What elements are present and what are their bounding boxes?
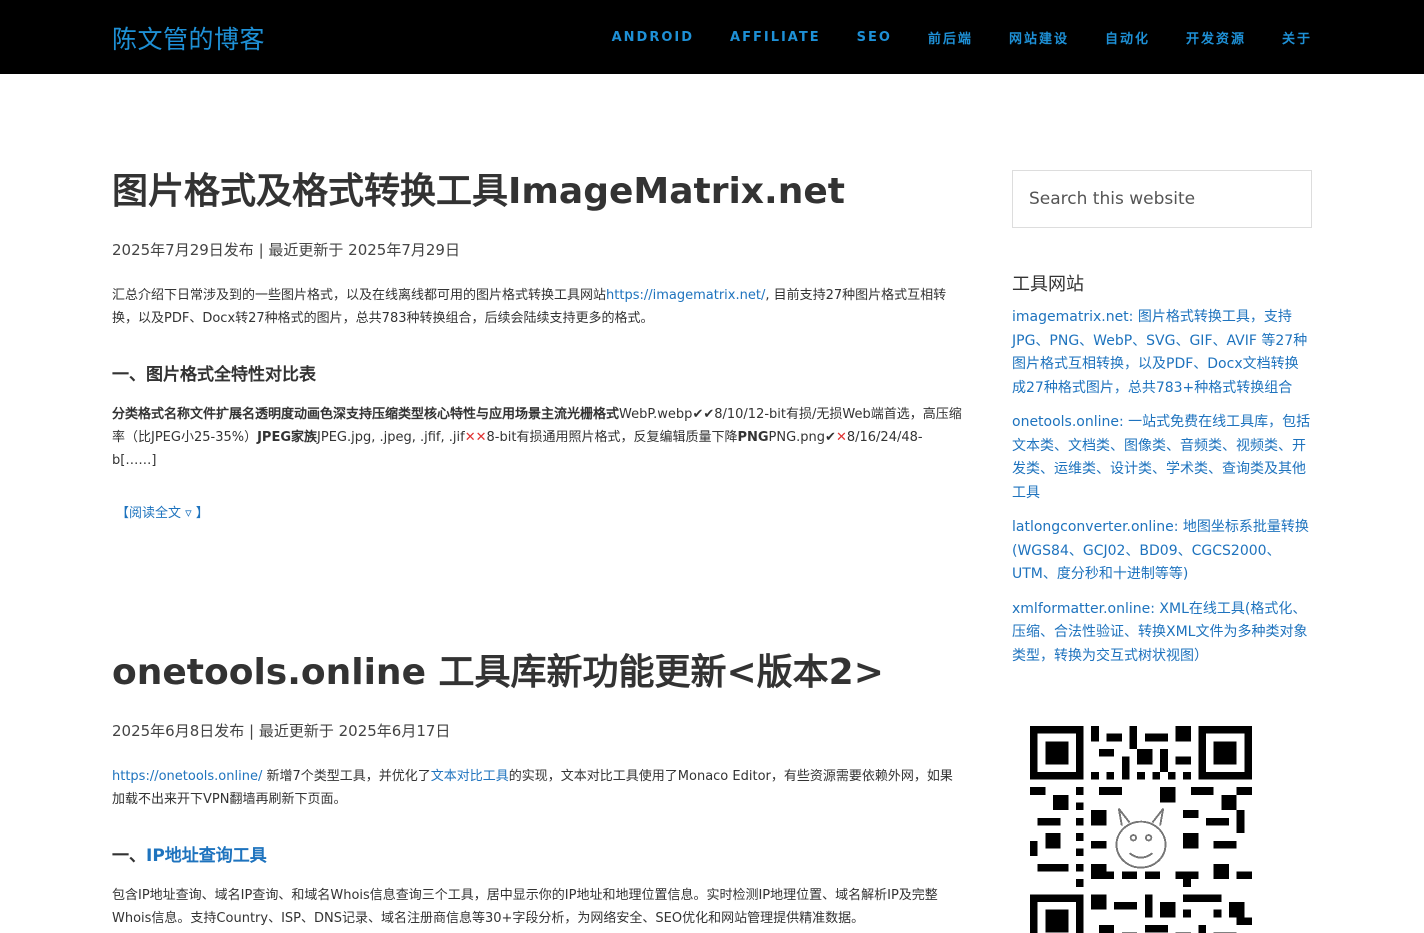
post-title[interactable]: onetools.online 工具库新功能更新<版本2>: [112, 651, 962, 694]
qr-code-image: [1030, 726, 1252, 933]
excerpt-text: PNG.png✔: [768, 430, 836, 446]
nav-item-dev-resources[interactable]: 开发资源: [1186, 28, 1246, 47]
post-title[interactable]: 图片格式及格式转换工具ImageMatrix.net: [112, 170, 962, 213]
list-item: imagematrix.net: 图片格式转换工具，支持JPG、PNG、WebP…: [1012, 306, 1312, 400]
tool-link-latlongconverter[interactable]: latlongconverter.online: 地图坐标系批量转换(WGS84…: [1012, 519, 1309, 582]
ip-lookup-tool-link[interactable]: IP地址查询工具: [146, 846, 267, 866]
post-meta: 2025年6月8日发布 | 最近更新于 2025年6月17日: [112, 722, 451, 741]
search-input[interactable]: [1012, 170, 1312, 228]
onetools-link[interactable]: https://onetools.online/: [112, 769, 262, 784]
cross-icon: ✕✕: [464, 430, 487, 446]
post-content: 汇总介绍下日常涉及到的一些图片格式，以及在线离线都可用的图片格式转换工具网站ht…: [112, 284, 962, 525]
post-content: https://onetools.online/ 新增7个类型工具，并优化了文本…: [112, 765, 962, 930]
excerpt-bold: PNG: [737, 430, 769, 446]
section-heading: 一、图片格式全特性对比表: [112, 365, 316, 386]
section-prefix: 一、: [112, 846, 146, 867]
intro-text: 汇总介绍下日常涉及到的一些图片格式，以及在线离线都可用的图片格式转换工具网站: [112, 288, 607, 304]
post-body: 包含IP地址查询、域名IP查询、和域名Whois信息查询三个工具，居中显示你的I…: [112, 888, 938, 927]
nav-item-frontend-backend[interactable]: 前后端: [928, 28, 973, 47]
post-title-link[interactable]: onetools.online 工具库新功能更新<版本2>: [112, 652, 884, 693]
excerpt-text: 8-bit有损通用照片格式，反复编辑质量下降: [486, 430, 738, 446]
site-title-link[interactable]: 陈文管的博客: [112, 20, 265, 56]
intro-text: 新增7个类型工具，并优化了: [262, 769, 431, 785]
post-intro: 汇总介绍下日常涉及到的一些图片格式，以及在线离线都可用的图片格式转换工具网站ht…: [112, 284, 962, 330]
post-meta: 2025年7月29日发布 | 最近更新于 2025年7月29日: [112, 241, 460, 260]
site-header: 陈文管的博客 ANDROID AFFILIATE SEO 前后端 网站建设 自动…: [0, 0, 1424, 74]
tool-link-onetools[interactable]: onetools.online: 一站式免费在线工具库，包括文本类、文档类、图像…: [1012, 414, 1310, 501]
excerpt-text: JPEG.jpg, .jpeg, .jfif, .jif: [317, 430, 465, 446]
tool-link-xmlformatter[interactable]: xmlformatter.online: XML在线工具(格式化、压缩、合法性验…: [1012, 601, 1307, 664]
post-entry: onetools.online 工具库新功能更新<版本2> 2025年6月8日发…: [112, 651, 962, 930]
excerpt-bold: JPEG家族: [257, 430, 318, 446]
excerpt-bold: 分类格式名称文件扩展名透明度动画色深支持压缩类型核心特性与应用场景主流光栅格式: [112, 407, 620, 423]
cross-icon: ✕: [835, 430, 847, 446]
imagematrix-link[interactable]: https://imagematrix.net/: [606, 288, 765, 303]
read-more-row: 【阅读全文 ▿ 】: [112, 502, 962, 525]
post-title-link[interactable]: 图片格式及格式转换工具ImageMatrix.net: [112, 171, 845, 212]
nav-item-website-building[interactable]: 网站建设: [1009, 28, 1069, 47]
list-item: latlongconverter.online: 地图坐标系批量转换(WGS84…: [1012, 516, 1312, 587]
list-item: xmlformatter.online: XML在线工具(格式化、压缩、合法性验…: [1012, 598, 1312, 669]
main-nav: ANDROID AFFILIATE SEO 前后端 网站建设 自动化 开发资源 …: [576, 0, 1312, 74]
read-more-link[interactable]: 【阅读全文 ▿ 】: [116, 502, 209, 525]
post-intro: https://onetools.online/ 新增7个类型工具，并优化了文本…: [112, 765, 962, 811]
post-excerpt: 分类格式名称文件扩展名透明度动画色深支持压缩类型核心特性与应用场景主流光栅格式W…: [112, 403, 962, 472]
widget-title: 工具网站: [1012, 274, 1084, 295]
list-item: onetools.online: 一站式免费在线工具库，包括文本类、文档类、图像…: [1012, 411, 1312, 505]
section-heading: 一、IP地址查询工具: [112, 841, 962, 866]
tool-sites-list: imagematrix.net: 图片格式转换工具，支持JPG、PNG、WebP…: [1012, 306, 1312, 679]
text-diff-tool-link[interactable]: 文本对比工具: [431, 769, 509, 784]
nav-item-about[interactable]: 关于: [1282, 28, 1312, 47]
post-entry: 图片格式及格式转换工具ImageMatrix.net 2025年7月29日发布 …: [112, 170, 962, 525]
nav-item-automation[interactable]: 自动化: [1105, 28, 1150, 47]
tool-link-imagematrix[interactable]: imagematrix.net: 图片格式转换工具，支持JPG、PNG、WebP…: [1012, 309, 1307, 396]
nav-item-android[interactable]: ANDROID: [612, 30, 694, 45]
nav-item-seo[interactable]: SEO: [857, 30, 892, 45]
nav-item-affiliate[interactable]: AFFILIATE: [730, 30, 821, 45]
